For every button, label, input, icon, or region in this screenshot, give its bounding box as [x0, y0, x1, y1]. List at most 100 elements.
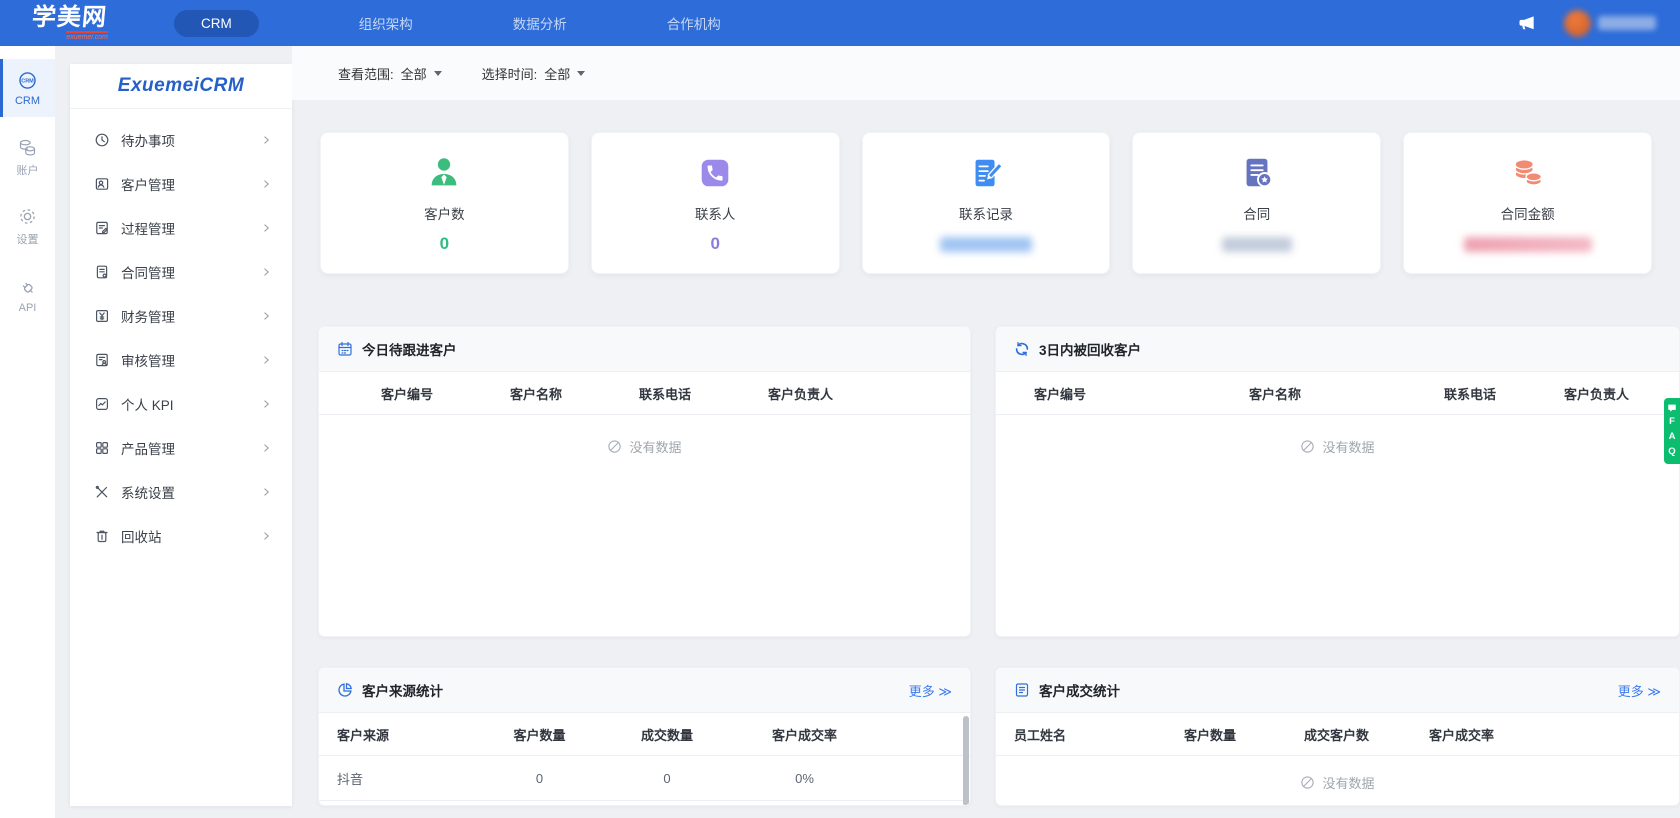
document-star-icon [1238, 153, 1276, 193]
sidebar-item-kpi[interactable]: 个人 KPI [70, 382, 292, 426]
nav-item-partners[interactable]: 合作机构 [667, 13, 721, 33]
main-content: 查看范围: 全部 选择时间: 全部 客户数 0 联系人 0 联系记录 合同 合同… [292, 46, 1680, 818]
app-body: CRM CRM 账户 设置 API ExuemeiCRM 待办事项 客户管理 过… [0, 46, 1680, 818]
user-name-redacted [1598, 16, 1656, 30]
menu-label: 产品管理 [121, 442, 175, 457]
sidebar-item-finance[interactable]: 财务管理 [70, 294, 292, 338]
col-header: 客户成交率 [771, 727, 837, 743]
cell-deal-count: 0 [663, 770, 671, 786]
brand-logo: 学美网 exuemei.com [31, 4, 108, 41]
sidebar-item-todo[interactable]: 待办事项 [70, 118, 292, 162]
user-avatar[interactable] [1564, 9, 1656, 37]
phone-icon [696, 153, 734, 193]
more-link[interactable]: 更多 ≫ [1618, 681, 1661, 700]
time-filter-dropdown[interactable]: 选择时间: 全部 [482, 64, 586, 83]
stat-value-redacted [1463, 237, 1592, 252]
no-data-icon [1301, 440, 1315, 453]
tools-icon [95, 485, 108, 498]
caret-down-icon [433, 70, 442, 80]
stat-card-contacts: 联系人 0 [590, 132, 840, 274]
col-header: 客户名称 [1249, 386, 1302, 402]
time-filter-label: 选择时间: [481, 66, 538, 82]
rail-item-api[interactable]: API [0, 266, 55, 324]
rail-label: CRM [14, 94, 41, 107]
vertical-scrollbar[interactable] [963, 716, 969, 805]
menu-label: 回收站 [121, 530, 162, 545]
clock-icon [95, 133, 109, 147]
col-header: 客户成交率 [1429, 727, 1495, 743]
menu-label: 过程管理 [121, 222, 175, 237]
panel-title: 3日内被回收客户 [1039, 343, 1142, 358]
avatar [1564, 9, 1591, 37]
crm-badge-icon: CRM [19, 71, 36, 89]
scope-filter-dropdown[interactable]: 查看范围: 全部 [338, 64, 442, 83]
more-link[interactable]: 更多 ≫ [909, 681, 952, 700]
sidebar-logo: ExuemeiCRM [70, 64, 292, 109]
table-row: 抖音 0 0 0% [319, 756, 970, 801]
table-header-row: 客户编号 客户名称 联系电话 客户负责人 [996, 372, 1679, 415]
rail-label: 账户 [16, 164, 39, 177]
trash-icon [96, 530, 108, 543]
chevron-right-icon [264, 224, 270, 232]
rail-item-account[interactable]: 账户 [0, 128, 55, 186]
grid-icon [95, 441, 109, 455]
filter-bar: 查看范围: 全部 选择时间: 全部 [292, 46, 1680, 100]
stat-card-contact-records: 联系记录 [861, 132, 1111, 274]
sidebar-item-process[interactable]: 过程管理 [70, 206, 292, 250]
panel-recycled-3days: 3日内被回收客户 客户编号 客户名称 联系电话 客户负责人 没有数据 [995, 326, 1680, 637]
recycle-icon [1015, 341, 1029, 357]
coins-icon [1509, 153, 1547, 193]
time-filter-value: 全部 [544, 66, 571, 82]
stat-value: 0 [710, 234, 720, 253]
sidebar-item-system-settings[interactable]: 系统设置 [70, 470, 292, 514]
faq-letter: Q [1668, 446, 1676, 457]
no-data-icon [1301, 776, 1315, 789]
sidebar-item-contracts[interactable]: 合同管理 [70, 250, 292, 294]
col-header: 员工姓名 [1014, 727, 1067, 743]
sidebar-item-audit[interactable]: 审核管理 [70, 338, 292, 382]
kpi-chart-icon [95, 397, 109, 411]
sidebar-item-customers[interactable]: 客户管理 [70, 162, 292, 206]
panel-header: 3日内被回收客户 [996, 327, 1679, 372]
panel-title: 客户成交统计 [1039, 684, 1120, 699]
panel-follow-today: 今日待跟进客户 客户编号 客户名称 联系电话 客户负责人 没有数据 [318, 326, 971, 637]
sidebar-item-recycle-bin[interactable]: 回收站 [70, 514, 292, 558]
nav-item-crm[interactable]: CRM [174, 9, 259, 37]
crm-sidebar: ExuemeiCRM 待办事项 客户管理 过程管理 合同管理 财务管理 审核管理… [70, 64, 292, 806]
empty-state: 没有数据 [319, 415, 970, 456]
calendar-icon [338, 341, 352, 356]
faq-side-tab[interactable]: F A Q [1664, 398, 1680, 464]
megaphone-icon[interactable] [1516, 12, 1538, 34]
no-data-icon [608, 440, 622, 453]
panel-title: 客户来源统计 [362, 684, 443, 699]
empty-text: 没有数据 [1322, 440, 1375, 455]
panel-customer-deal-stats: 客户成交统计 更多 ≫ 员工姓名 客户数量 成交客户数 客户成交率 没有数据 [995, 667, 1680, 806]
stat-label: 联系记录 [958, 207, 1013, 222]
panel-customer-source-stats: 客户来源统计 更多 ≫ 客户来源 客户数量 成交数量 客户成交率 抖音 0 0 … [318, 667, 971, 806]
rail-item-settings[interactable]: 设置 [0, 197, 55, 255]
chevron-right-icon [264, 268, 270, 276]
cell-source: 抖音 [337, 771, 364, 787]
sidebar-item-products[interactable]: 产品管理 [70, 426, 292, 470]
audit-doc-person-icon [96, 353, 108, 367]
top-navbar: 学美网 exuemei.com CRM 组织架构 数据分析 合作机构 [0, 0, 1680, 46]
sidebar-menu: 待办事项 客户管理 过程管理 合同管理 财务管理 审核管理 个人 KPI 产品管… [70, 109, 292, 558]
note-pencil-icon [96, 221, 108, 235]
table-header-row: 客户编号 客户名称 联系电话 客户负责人 [319, 372, 970, 415]
rail-item-crm[interactable]: CRM CRM [0, 59, 55, 117]
nav-item-org[interactable]: 组织架构 [359, 13, 413, 33]
menu-label: 合同管理 [121, 266, 175, 281]
menu-label: 财务管理 [121, 310, 175, 325]
table-header-row: 员工姓名 客户数量 成交客户数 客户成交率 [996, 713, 1679, 756]
chevron-right-icon [264, 532, 270, 540]
menu-label: 待办事项 [121, 134, 175, 149]
scope-filter-value: 全部 [400, 66, 427, 82]
chevron-right-icon [264, 312, 270, 320]
panel-title: 今日待跟进客户 [362, 343, 457, 358]
database-icon [19, 139, 36, 156]
module-rail: CRM CRM 账户 设置 API [0, 46, 56, 818]
nav-item-analytics[interactable]: 数据分析 [513, 13, 567, 33]
col-header: 客户来源 [337, 727, 390, 743]
brand-subtitle: exuemei.com [66, 30, 108, 41]
rail-label: 设置 [16, 233, 39, 246]
